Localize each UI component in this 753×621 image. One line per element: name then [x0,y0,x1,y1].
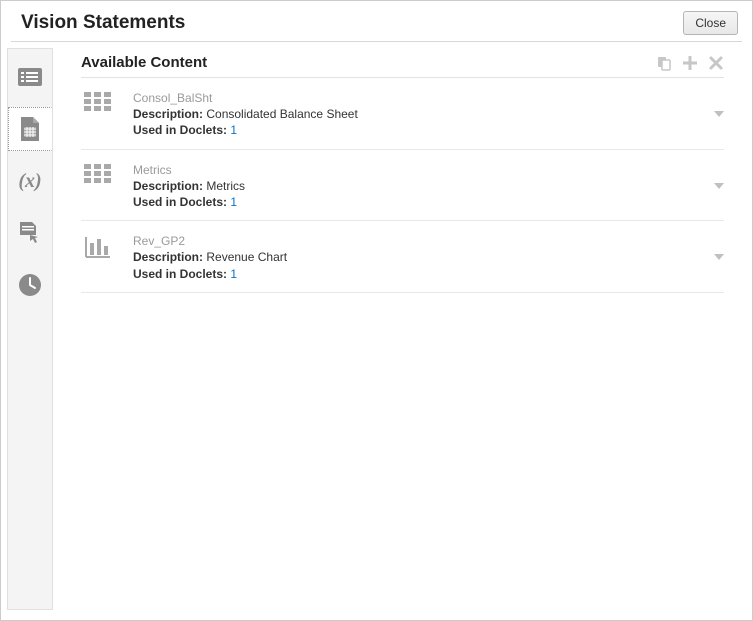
tab-variables[interactable]: (x) [8,159,52,203]
page-title: Vision Statements [21,12,185,34]
item-description: Metrics [206,179,245,193]
chevron-down-icon[interactable] [714,254,724,260]
item-meta: Metrics Description: Metrics Used in Doc… [133,162,696,211]
tab-document[interactable] [8,107,52,151]
copy-icon[interactable] [656,55,672,71]
item-name: Metrics [133,162,696,178]
close-icon[interactable] [708,55,724,71]
item-name: Rev_GP2 [133,233,696,249]
item-meta: Rev_GP2 Description: Revenue Chart Used … [133,233,696,282]
description-label: Description: [133,179,203,193]
item-used-count: 1 [230,195,237,209]
tab-history[interactable] [8,263,52,307]
list-item[interactable]: Metrics Description: Metrics Used in Doc… [81,150,724,222]
bar-chart-icon [81,233,115,259]
clock-icon [18,273,42,297]
used-in-label: Used in Doclets: [133,267,227,281]
chevron-down-icon[interactable] [714,111,724,117]
item-name: Consol_BalSht [133,90,696,106]
item-meta: Consol_BalSht Description: Consolidated … [133,90,696,139]
embed-icon [17,221,43,245]
list-item[interactable]: Consol_BalSht Description: Consolidated … [81,78,724,150]
section-title: Available Content [81,54,207,71]
section-header: Available Content [81,50,724,78]
grid-icon [81,90,115,112]
item-used-count: 1 [230,123,237,137]
content-list: Consol_BalSht Description: Consolidated … [81,78,724,293]
used-in-label: Used in Doclets: [133,195,227,209]
item-description: Revenue Chart [206,250,287,264]
grid-icon [81,162,115,184]
item-description: Consolidated Balance Sheet [206,107,357,121]
tab-list[interactable] [8,55,52,99]
close-button[interactable]: Close [683,11,738,35]
plus-icon[interactable] [682,55,698,71]
main-panel: Available Content [52,48,742,610]
variable-icon: (x) [18,170,41,193]
document-icon [19,116,41,142]
dialog-window: Vision Statements Close [0,0,753,621]
list-item[interactable]: Rev_GP2 Description: Revenue Chart Used … [81,221,724,293]
item-used-count: 1 [230,267,237,281]
section-actions [656,55,724,71]
description-label: Description: [133,250,203,264]
description-label: Description: [133,107,203,121]
used-in-label: Used in Doclets: [133,123,227,137]
title-bar: Vision Statements Close [1,1,752,41]
tab-embed[interactable] [8,211,52,255]
dialog-body: (x) [1,42,752,620]
side-tab-bar: (x) [7,48,53,610]
chevron-down-icon[interactable] [714,183,724,189]
list-icon [17,67,43,87]
